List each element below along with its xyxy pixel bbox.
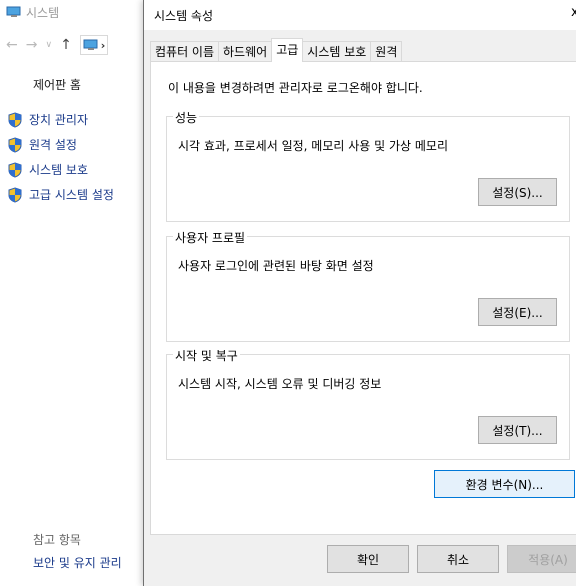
group-description: 시각 효과, 프로세서 일정, 메모리 사용 및 가상 메모리 xyxy=(178,139,448,153)
dialog-title-bar[interactable]: 시스템 속성 x xyxy=(144,0,576,30)
sidebar-item-system-protection[interactable]: 시스템 보호 xyxy=(8,161,114,178)
sidebar-item-label: 시스템 보호 xyxy=(29,163,89,177)
navigation-bar: ← → ∨ ↑ › xyxy=(6,35,109,55)
shield-icon xyxy=(8,136,22,153)
back-arrow-icon[interactable]: ← xyxy=(6,37,18,53)
environment-variables-button[interactable]: 환경 변수(N)... xyxy=(434,470,575,498)
sidebar-item-label: 원격 설정 xyxy=(29,138,77,152)
recent-locations-chevron-icon[interactable]: ∨ xyxy=(45,40,52,50)
tab-computer-name[interactable]: 컴퓨터 이름 xyxy=(150,41,220,62)
apply-button[interactable]: 적용(A) xyxy=(507,545,576,573)
group-legend: 시작 및 복구 xyxy=(173,347,240,364)
sidebar-item-device-manager[interactable]: 장치 관리자 xyxy=(8,111,114,128)
sidebar-item-label: 고급 시스템 설정 xyxy=(29,188,114,202)
shield-icon xyxy=(8,111,22,128)
address-bar[interactable]: › xyxy=(79,35,109,55)
control-panel-home-link[interactable]: 제어판 홈 xyxy=(33,76,81,93)
group-legend: 사용자 프로필 xyxy=(173,229,248,246)
performance-settings-button[interactable]: 설정(S)... xyxy=(478,178,557,206)
ok-button[interactable]: 확인 xyxy=(327,545,409,573)
tab-hardware[interactable]: 하드웨어 xyxy=(218,41,273,62)
user-profiles-settings-button[interactable]: 설정(E)... xyxy=(478,298,557,326)
forward-arrow-icon[interactable]: → xyxy=(26,37,38,53)
see-also-heading: 참고 항목 xyxy=(33,533,81,547)
window-title-bar: 시스템 xyxy=(6,3,59,21)
group-description: 시스템 시작, 시스템 오류 및 디버깅 정보 xyxy=(178,377,382,391)
close-icon[interactable]: x xyxy=(571,5,576,23)
sidebar-item-label: 장치 관리자 xyxy=(29,113,89,127)
window-title: 시스템 xyxy=(26,5,60,20)
group-legend: 성능 xyxy=(173,109,200,126)
group-description: 사용자 로그인에 관련된 바탕 화면 설정 xyxy=(178,259,374,273)
admin-notice: 이 내용을 변경하려면 관리자로 로그온해야 합니다. xyxy=(168,81,423,95)
tab-strip: 컴퓨터 이름 하드웨어 고급 시스템 보호 원격 xyxy=(150,38,403,62)
user-profiles-group: 사용자 프로필 사용자 로그인에 관련된 바탕 화면 설정 설정(E)... xyxy=(166,229,570,342)
up-arrow-icon[interactable]: ↑ xyxy=(60,37,72,53)
sidebar-links: 장치 관리자 원격 설정 시스템 보호 고급 시스템 설정 xyxy=(8,111,114,203)
breadcrumb-chevron-icon[interactable]: › xyxy=(101,39,106,52)
computer-icon xyxy=(83,39,98,50)
shield-icon xyxy=(8,161,22,178)
sidebar-item-advanced-system-settings[interactable]: 고급 시스템 설정 xyxy=(8,186,114,203)
advanced-tab-panel: 이 내용을 변경하려면 관리자로 로그온해야 합니다. 성능 시각 효과, 프로… xyxy=(150,61,576,535)
security-maintenance-link[interactable]: 보안 및 유지 관리 xyxy=(33,554,122,571)
dialog-title: 시스템 속성 xyxy=(154,9,214,23)
performance-group: 성능 시각 효과, 프로세서 일정, 메모리 사용 및 가상 메모리 설정(S)… xyxy=(166,109,570,222)
tab-remote[interactable]: 원격 xyxy=(370,41,403,62)
cancel-button[interactable]: 취소 xyxy=(417,545,499,573)
startup-recovery-settings-button[interactable]: 설정(T)... xyxy=(478,416,557,444)
computer-icon xyxy=(6,6,22,18)
tab-system-protection[interactable]: 시스템 보호 xyxy=(302,41,372,62)
system-properties-dialog: 시스템 속성 x 컴퓨터 이름 하드웨어 고급 시스템 보호 원격 이 내용을 … xyxy=(143,0,576,586)
tab-advanced[interactable]: 고급 xyxy=(271,38,304,62)
shield-icon xyxy=(8,186,22,203)
sidebar-item-remote-settings[interactable]: 원격 설정 xyxy=(8,136,114,153)
startup-recovery-group: 시작 및 복구 시스템 시작, 시스템 오류 및 디버깅 정보 설정(T)... xyxy=(166,347,570,460)
